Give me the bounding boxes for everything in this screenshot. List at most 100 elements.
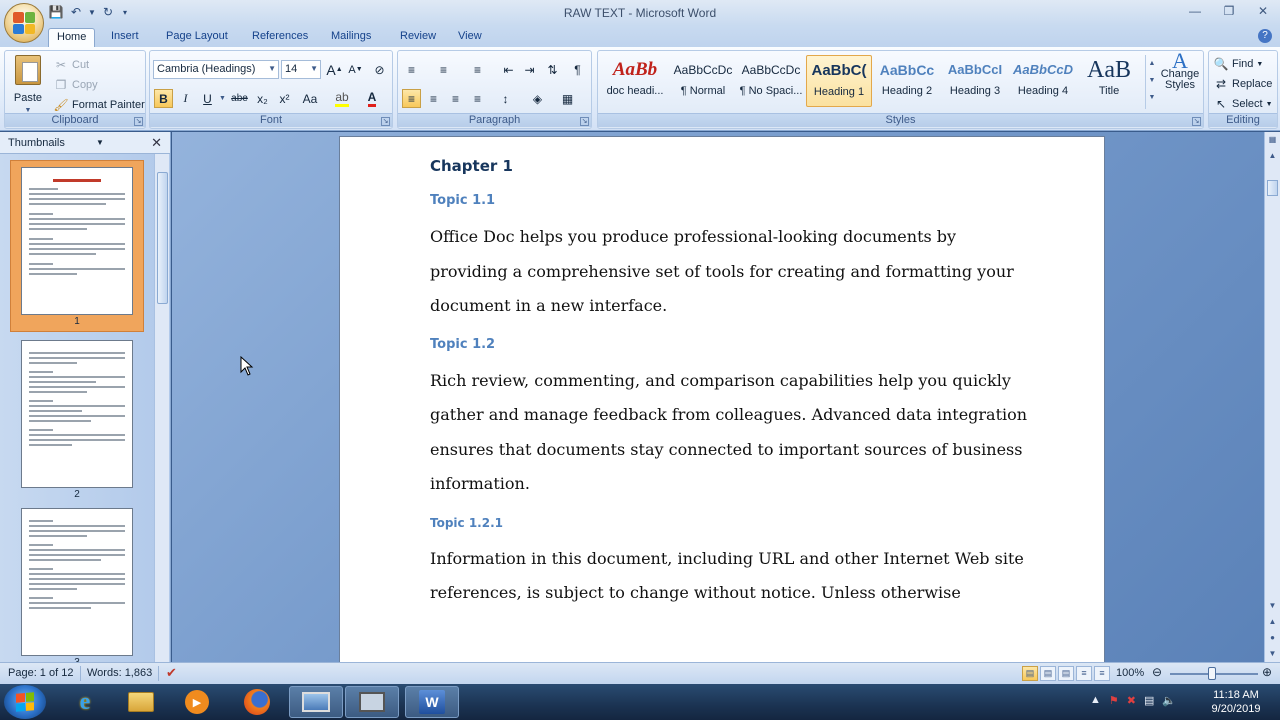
zoom-slider-handle[interactable] <box>1208 667 1216 680</box>
tab-insert[interactable]: Insert <box>103 28 147 47</box>
system-clock[interactable]: 11:18 AM 9/20/2019 <box>1196 688 1276 716</box>
italic-button[interactable]: I <box>176 89 195 108</box>
format-painter-button[interactable]: 🖌 Format Painter <box>53 97 144 113</box>
style-title[interactable]: AaB Title <box>1076 55 1142 107</box>
document-scrollbar[interactable]: ▦ ▲ ▼ ▲ ● ▼ <box>1264 132 1280 662</box>
shading-icon[interactable]: ◈ <box>528 89 547 108</box>
tab-page-layout[interactable]: Page Layout <box>158 28 236 47</box>
full-screen-reading-icon[interactable]: ▤ <box>1040 666 1056 681</box>
document-body[interactable]: Chapter 1 Topic 1.1 Office Doc helps you… <box>430 155 1030 621</box>
change-case-button[interactable]: Aa <box>298 89 322 108</box>
flag-icon[interactable]: ⚑ <box>1109 694 1119 707</box>
previous-page-icon[interactable]: ▲ <box>1266 614 1279 629</box>
line-spacing-icon[interactable]: ↕ <box>496 89 515 108</box>
style-doc-heading[interactable]: AaBb doc headi... <box>602 55 668 107</box>
print-layout-icon[interactable]: ▤ <box>1022 666 1038 681</box>
tab-review[interactable]: Review <box>392 28 444 47</box>
window-app[interactable] <box>345 686 399 718</box>
increase-indent-icon[interactable]: ⇥ <box>520 60 539 79</box>
tab-home[interactable]: Home <box>48 28 96 47</box>
security-icon[interactable]: ✖ <box>1127 694 1136 707</box>
tab-mailings[interactable]: Mailings <box>323 28 379 47</box>
chevron-down-icon[interactable]: ▼ <box>219 95 226 102</box>
proofing-icon[interactable]: ✔ <box>166 665 177 681</box>
clear-formatting-icon[interactable]: ⊘ <box>370 60 389 79</box>
file-explorer-icon[interactable] <box>114 686 168 718</box>
style-heading-2[interactable]: AaBbCc Heading 2 <box>874 55 940 107</box>
help-icon[interactable]: ? <box>1258 29 1272 43</box>
styles-launcher-icon[interactable]: ↘ <box>1192 117 1201 126</box>
strikethrough-button[interactable]: abe <box>230 89 249 108</box>
style-no-spacing[interactable]: AaBbCcDc ¶ No Spaci... <box>738 55 804 107</box>
style-heading-3[interactable]: AaBbCcI Heading 3 <box>942 55 1008 107</box>
align-right-icon[interactable]: ≡ <box>446 89 465 108</box>
font-name-combo[interactable]: Cambria (Headings) ▼ <box>153 60 279 79</box>
show-hidden-icons[interactable]: ▲ <box>1090 694 1101 707</box>
bold-button[interactable]: B <box>154 89 173 108</box>
thumbnail-page-2[interactable]: 2 <box>10 334 144 502</box>
grow-font-button[interactable]: A ▲ <box>325 60 344 79</box>
scroll-down-icon[interactable]: ▼ <box>1266 598 1279 613</box>
next-page-icon[interactable]: ▼ <box>1266 646 1279 661</box>
scrollbar-thumb[interactable] <box>1267 180 1278 196</box>
style-normal[interactable]: AaBbCcDc ¶ Normal <box>670 55 736 107</box>
zoom-in-icon[interactable]: ⊕ <box>1262 665 1272 679</box>
start-button[interactable] <box>4 685 46 719</box>
borders-icon[interactable]: ▦ <box>558 89 577 108</box>
thumbnail-page-3[interactable]: 3 <box>10 502 144 662</box>
firefox-icon[interactable] <box>230 686 284 718</box>
word-app-icon[interactable]: W <box>405 686 459 718</box>
chevron-down-icon[interactable]: ▼ <box>96 138 104 147</box>
internet-explorer-icon[interactable]: e <box>58 686 112 718</box>
decrease-indent-icon[interactable]: ⇤ <box>499 60 518 79</box>
font-size-combo[interactable]: 14 ▼ <box>281 60 321 79</box>
shrink-font-button[interactable]: A ▼ <box>346 60 365 79</box>
close-icon[interactable]: ✕ <box>1254 2 1272 20</box>
web-layout-icon[interactable]: ▤ <box>1058 666 1074 681</box>
align-center-icon[interactable]: ≡ <box>424 89 443 108</box>
image-viewer-app[interactable] <box>289 686 343 718</box>
clipboard-launcher-icon[interactable]: ↘ <box>134 117 143 126</box>
volume-icon[interactable]: 🔈 <box>1162 694 1176 707</box>
subscript-button[interactable]: x₂ <box>253 89 272 108</box>
bullets-icon[interactable]: ≡ <box>402 60 421 79</box>
close-icon[interactable]: ✕ <box>151 135 162 151</box>
browse-object-icon[interactable]: ● <box>1266 630 1279 645</box>
media-player-icon[interactable]: ▶ <box>170 686 224 718</box>
document-page[interactable]: Chapter 1 Topic 1.1 Office Doc helps you… <box>339 136 1105 662</box>
tab-references[interactable]: References <box>244 28 316 47</box>
cut-button[interactable]: ✂ Cut <box>53 57 89 73</box>
thumbnails-scrollbar[interactable] <box>154 154 169 662</box>
font-color-button[interactable]: A <box>360 89 384 108</box>
copy-button[interactable]: ❐ Copy <box>53 77 98 93</box>
page-count[interactable]: Page: 1 of 12 <box>8 667 73 679</box>
highlight-button[interactable]: ab <box>330 89 354 108</box>
select-button[interactable]: ↖ Select ▼ <box>1213 96 1273 112</box>
find-button[interactable]: 🔍 Find ▼ <box>1213 56 1264 72</box>
office-button[interactable] <box>4 3 44 43</box>
outline-icon[interactable]: ≡ <box>1076 666 1092 681</box>
style-heading-1[interactable]: AaBbC( Heading 1 <box>806 55 872 107</box>
show-formatting-icon[interactable]: ¶ <box>568 60 587 79</box>
word-count[interactable]: Words: 1,863 <box>87 667 152 679</box>
align-left-icon[interactable]: ≡ <box>402 89 421 108</box>
ruler-toggle-icon[interactable]: ▦ <box>1266 132 1279 147</box>
tab-view[interactable]: View <box>450 28 490 47</box>
numbering-icon[interactable]: ≡ <box>434 60 453 79</box>
paragraph-launcher-icon[interactable]: ↘ <box>580 117 589 126</box>
styles-gallery-scroll[interactable]: ▲ ▼ ▼ <box>1145 55 1158 109</box>
underline-button[interactable]: U <box>198 89 217 108</box>
multilevel-list-icon[interactable]: ≡ <box>468 60 487 79</box>
change-styles-button[interactable]: A Change Styles <box>1160 50 1200 91</box>
scroll-up-icon[interactable]: ▲ <box>1266 148 1279 163</box>
sort-icon[interactable]: ⇅ <box>543 60 562 79</box>
paste-button[interactable]: Paste ▼ <box>11 55 45 114</box>
justify-icon[interactable]: ≡ <box>468 89 487 108</box>
draft-icon[interactable]: ≡ <box>1094 666 1110 681</box>
thumbnail-page-1[interactable]: 1 <box>10 160 144 332</box>
zoom-level[interactable]: 100% <box>1116 667 1144 679</box>
scrollbar-thumb[interactable] <box>157 172 168 304</box>
superscript-button[interactable]: x² <box>275 89 294 108</box>
zoom-out-icon[interactable]: ⊖ <box>1152 665 1162 679</box>
restore-icon[interactable]: ❐ <box>1220 2 1238 20</box>
